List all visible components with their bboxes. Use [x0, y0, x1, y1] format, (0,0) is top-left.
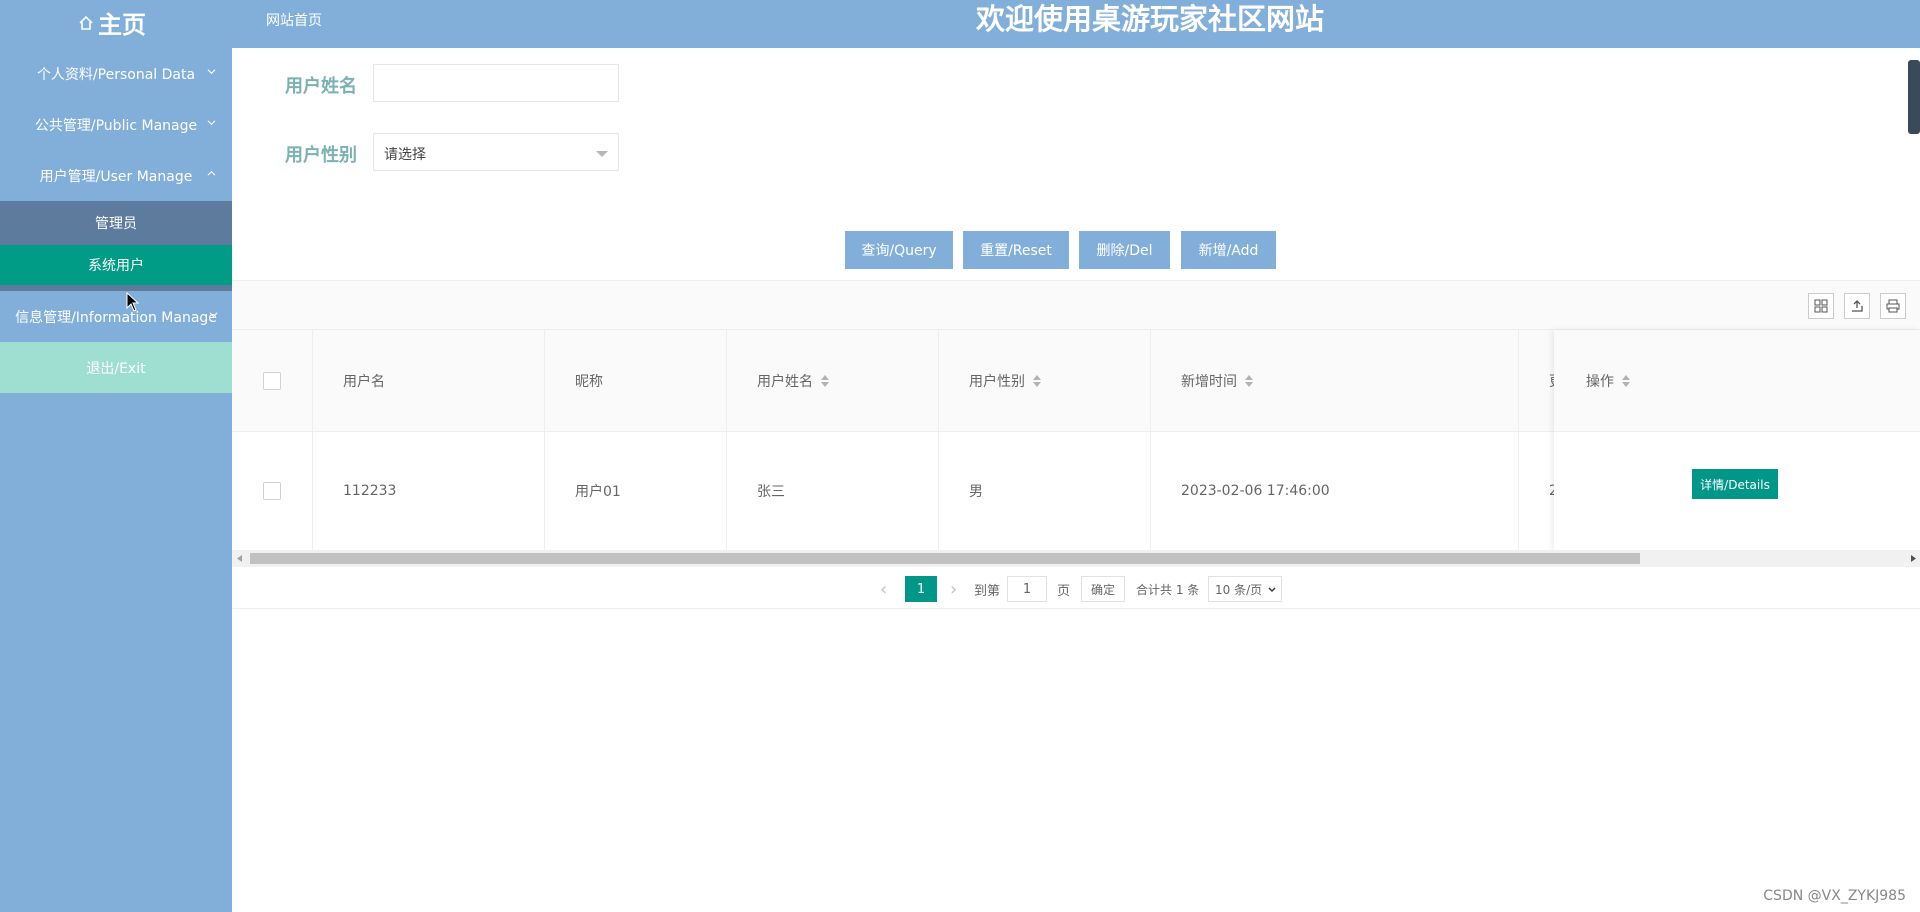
chevron-down-icon — [1268, 587, 1276, 592]
gender-select-placeholder: 请选择 — [384, 147, 426, 163]
action-cell: 详情/Details — [1554, 432, 1920, 550]
page-size-value: 10 条/页 — [1215, 582, 1263, 597]
sort-icon[interactable] — [1622, 374, 1630, 387]
export-icon[interactable] — [1844, 293, 1870, 319]
watermark: CSDN @VX_ZYKJ985 — [1763, 888, 1906, 904]
user-gender-select[interactable]: 请选择 — [373, 133, 619, 171]
fixed-action-column: 操作 详情/Details — [1554, 330, 1920, 550]
chevron-up-icon — [207, 170, 216, 176]
column-label: 昵称 — [575, 373, 603, 390]
top-header: 主页 网站首页 欢迎使用桌游玩家社区网站 — [0, 0, 1920, 48]
cell-created-time: 2023-02-06 17:46:00 — [1151, 432, 1519, 550]
chevron-down-icon — [207, 69, 216, 75]
sidebar-subitem-system-users[interactable]: 系统用户 — [0, 245, 232, 285]
print-icon[interactable] — [1880, 293, 1906, 319]
goto-confirm-button[interactable]: 确定 — [1081, 576, 1125, 602]
prev-page-icon[interactable]: ‹ — [880, 576, 887, 602]
cell-nickname: 用户01 — [545, 432, 727, 550]
cell-real-name: 张三 — [727, 432, 939, 550]
next-page-icon[interactable]: › — [950, 576, 957, 602]
exit-button[interactable]: 退出/Exit — [0, 342, 232, 393]
details-button[interactable]: 详情/Details — [1692, 469, 1778, 499]
user-name-input[interactable] — [373, 64, 619, 102]
sidebar-item-personal-data[interactable]: 个人资料/Personal Data — [0, 48, 232, 99]
reset-button[interactable]: 重置/Reset — [963, 231, 1069, 269]
column-header-nickname[interactable]: 昵称 — [545, 330, 727, 431]
query-button[interactable]: 查询/Query — [845, 231, 953, 269]
chevron-down-icon — [207, 120, 216, 126]
data-table: 用户名 昵称 用户姓名 用户性别 新增时间 更 112233 用户01 张三 男… — [232, 330, 1920, 550]
total-count: 合计共 1 条 — [1136, 582, 1200, 597]
column-header-gender[interactable]: 用户性别 — [939, 330, 1151, 431]
sidebar-item-label: 公共管理/Public Manage — [34, 117, 198, 134]
chevron-down-icon — [209, 312, 218, 318]
sort-icon[interactable] — [1033, 374, 1041, 387]
user-name-label: 用户姓名 — [285, 76, 357, 97]
side-widget-handle[interactable] — [1908, 60, 1920, 134]
sidebar-item-public-manage[interactable]: 公共管理/Public Manage — [0, 99, 232, 150]
sort-icon[interactable] — [821, 374, 829, 387]
columns-icon[interactable] — [1808, 293, 1834, 319]
scrollbar-thumb[interactable] — [250, 553, 1640, 564]
column-label: 用户性别 — [969, 373, 1025, 390]
page-unit-label: 页 — [1057, 583, 1071, 599]
goto-page-input[interactable]: 1 — [1007, 576, 1047, 602]
scroll-right-icon[interactable] — [1911, 555, 1917, 562]
row-checkbox-cell — [232, 432, 313, 550]
sidebar: 个人资料/Personal Data 公共管理/Public Manage 用户… — [0, 48, 232, 912]
table-horizontal-scrollbar[interactable] — [232, 550, 1920, 567]
select-all-checkbox[interactable] — [263, 372, 281, 390]
sidebar-item-user-manage[interactable]: 用户管理/User Manage — [0, 150, 232, 201]
column-header-real-name[interactable]: 用户姓名 — [727, 330, 939, 431]
delete-button[interactable]: 删除/Del — [1079, 231, 1170, 269]
add-button[interactable]: 新增/Add — [1181, 231, 1276, 269]
column-header-actions: 操作 — [1554, 330, 1920, 432]
page-size-select[interactable]: 10 条/页 — [1208, 576, 1282, 602]
column-label: 操作 — [1586, 373, 1614, 390]
column-label: 用户名 — [343, 373, 385, 390]
cell-gender: 男 — [939, 432, 1151, 550]
table-toolbar — [232, 280, 1920, 330]
header-checkbox-cell — [232, 330, 313, 431]
pagination: ‹ 1 › 到第 1 页 确定 合计共 1 条 10 条/页 — [232, 567, 1920, 609]
user-gender-label: 用户性别 — [285, 145, 357, 166]
sidebar-subitem-admin[interactable]: 管理员 — [0, 201, 232, 245]
page-1-button[interactable]: 1 — [905, 576, 937, 602]
sidebar-item-label: 用户管理/User Manage — [39, 168, 193, 185]
column-label: 新增时间 — [1181, 373, 1237, 390]
caret-down-icon — [596, 151, 608, 157]
column-label: 用户姓名 — [757, 373, 813, 390]
scroll-left-icon[interactable] — [237, 555, 243, 562]
sidebar-item-information-manage[interactable]: 信息管理/Information Manage — [0, 291, 232, 342]
column-header-username[interactable]: 用户名 — [313, 330, 545, 431]
mouse-cursor-icon — [126, 292, 140, 312]
column-header-created-time[interactable]: 新增时间 — [1151, 330, 1519, 431]
sort-icon[interactable] — [1245, 374, 1253, 387]
sidebar-item-label: 个人资料/Personal Data — [36, 66, 196, 83]
cell-username: 112233 — [313, 432, 545, 550]
row-checkbox[interactable] — [263, 482, 281, 500]
sidebar-item-label: 信息管理/Information Manage — [15, 309, 217, 326]
site-title: 欢迎使用桌游玩家社区网站 — [975, 2, 1324, 36]
goto-label: 到第 — [974, 583, 1001, 599]
